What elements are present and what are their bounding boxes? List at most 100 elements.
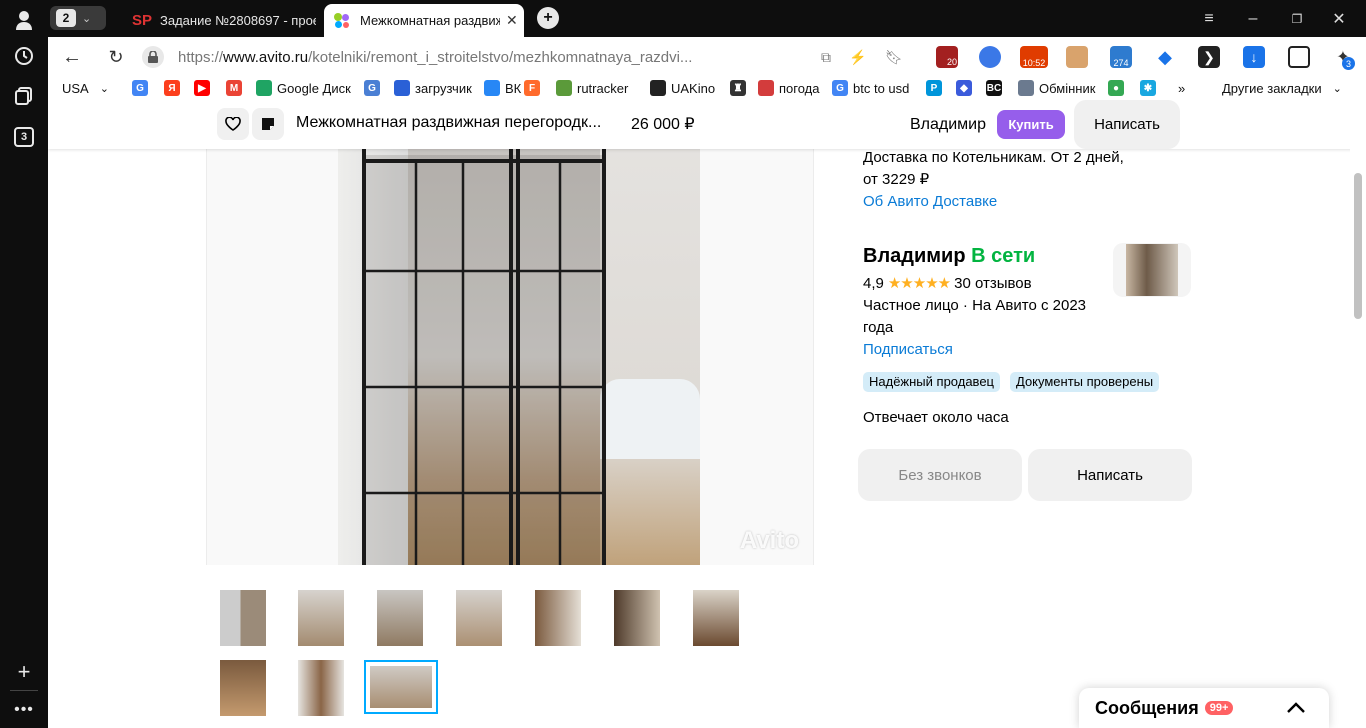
bookmark-item[interactable]: Обмінник [1018, 78, 1095, 98]
bookmark-item[interactable]: ВК [484, 78, 521, 98]
sticky-write-button[interactable]: Написать [1074, 100, 1180, 149]
thumbnail[interactable] [614, 590, 660, 646]
add-panel-icon[interactable]: + [12, 659, 36, 684]
restore-icon[interactable]: ❐ [1286, 8, 1308, 30]
window-close-icon[interactable]: ✕ [1328, 8, 1350, 30]
bookmark-item[interactable]: загрузчик [394, 78, 472, 98]
trusted-seller-badge[interactable]: Надёжный продавец [863, 372, 1000, 392]
thumbnail[interactable] [298, 660, 344, 716]
clock-extension-icon[interactable]: 10:52 [1020, 46, 1048, 68]
bookmark-icon[interactable]: 🔖︎ [884, 47, 904, 67]
bookmark-item[interactable]: P [926, 78, 942, 98]
delivery-text-1: Доставка по Котельникам. От 2 дней, [863, 149, 1124, 166]
reviews-link[interactable]: 30 отзывов [954, 273, 1032, 295]
chevron-up-icon[interactable] [1287, 697, 1305, 718]
sticky-seller-name[interactable]: Владимир [910, 116, 986, 134]
counter-badge: 274 [1113, 58, 1129, 68]
seller-avatar[interactable] [1113, 243, 1191, 297]
scrollbar-thumb[interactable] [1354, 173, 1362, 319]
bookmark-favicon-icon: ● [1108, 80, 1124, 96]
tablet-extension-icon[interactable] [1288, 46, 1310, 68]
scrollbar[interactable] [1350, 149, 1366, 728]
plus-icon[interactable]: + [537, 7, 559, 29]
collections-icon[interactable] [12, 84, 36, 108]
favorite-button[interactable] [217, 108, 249, 140]
reload-icon[interactable]: ↻ [104, 45, 128, 69]
thumbnail[interactable] [220, 590, 266, 646]
tab-favicon: SP [132, 12, 153, 29]
seller-type-2: года [863, 319, 894, 336]
write-button[interactable]: Написать [1028, 449, 1192, 501]
bookmark-item[interactable]: F [524, 78, 540, 98]
bookmark-item[interactable]: Я [164, 78, 180, 98]
more-bookmarks-button[interactable]: » [1178, 78, 1185, 98]
character-extension-icon[interactable] [1066, 46, 1088, 68]
diamond-extension-icon[interactable]: ◆ [1154, 46, 1176, 68]
more-icon[interactable]: ••• [12, 698, 36, 722]
avito-page: Avito Доставка по Котельникам. От 2 дней… [48, 100, 1366, 728]
close-icon[interactable]: ✕ [506, 12, 518, 29]
note-button[interactable] [252, 108, 284, 140]
bookmark-favicon-icon [394, 80, 410, 96]
sticky-title[interactable]: Межкомнатная раздвижная перегородк... [296, 114, 601, 132]
thumbnail[interactable] [535, 590, 581, 646]
calendar-extension-icon[interactable]: 20 [936, 46, 958, 68]
buy-button[interactable]: Купить [997, 110, 1065, 139]
copy-link-icon[interactable]: ⧉ [816, 47, 836, 67]
side-badge: 3 [14, 127, 34, 147]
bookmark-item[interactable]: погода [758, 78, 820, 98]
thumbnail[interactable] [377, 590, 423, 646]
profile-icon[interactable] [12, 8, 36, 32]
menu-icon[interactable]: ≡ [1198, 8, 1220, 30]
bookmark-item[interactable]: BC [986, 78, 1002, 98]
seller-name[interactable]: Владимир [863, 245, 966, 267]
arrow-extension-icon[interactable]: ❯ [1198, 46, 1220, 68]
history-icon[interactable] [12, 44, 36, 68]
bookmark-label: Обмінник [1039, 80, 1096, 96]
bookmark-item[interactable]: Gbtc to usd [832, 78, 909, 98]
chevron-down-icon: ⌄ [82, 12, 92, 25]
bookmark-item[interactable]: ✱ [1140, 78, 1156, 98]
address-bar[interactable]: https://www.avito.ru/kotelniki/remont_i_… [142, 41, 762, 73]
messages-widget[interactable]: Сообщения 99+ [1079, 688, 1329, 728]
tab-inactive[interactable]: SP Задание №2808697 - проект [132, 4, 320, 37]
delivery-link[interactable]: Об Авито Доставке [863, 191, 997, 213]
thumbnail[interactable] [693, 590, 739, 646]
bookmark-item[interactable]: UAKino [650, 78, 715, 98]
bookmark-item[interactable]: USA ⌄ [62, 78, 109, 98]
bookmark-item[interactable]: ▶ [194, 78, 210, 98]
thumbnail[interactable] [456, 590, 502, 646]
back-arrow-icon[interactable]: ← [60, 45, 84, 69]
bookmark-item[interactable]: G [364, 78, 380, 98]
no-calls-button[interactable]: Без звонков [858, 449, 1022, 501]
thumbnail[interactable] [298, 590, 344, 646]
tab-active[interactable]: Межкомнатная раздвиж ✕ [324, 4, 524, 37]
bookmark-item[interactable]: rutracker [556, 78, 628, 98]
thumbnail-selected[interactable] [364, 660, 438, 714]
tab-group-switcher[interactable]: 2 ⌄ [50, 6, 106, 30]
bookmark-item[interactable]: ● [1108, 78, 1124, 98]
sticky-header: Межкомнатная раздвижная перегородк... 26… [48, 100, 1366, 149]
bookmark-item[interactable]: Google Диск [256, 78, 351, 98]
network-extension-icon[interactable] [979, 46, 1001, 68]
minimize-icon[interactable]: – [1242, 8, 1264, 30]
documents-checked-badge[interactable]: Документы проверены [1010, 372, 1160, 392]
browser-sidebar: 3 + ••• [0, 0, 48, 728]
tabs-counter-icon[interactable]: 3 [12, 125, 36, 149]
bookmark-item[interactable]: ♜ [730, 78, 746, 98]
main-photo[interactable]: Avito [206, 149, 814, 565]
subscribe-link[interactable]: Подписаться [863, 339, 953, 361]
download-icon[interactable]: ↓ [1243, 46, 1265, 68]
bookmark-item[interactable]: ◆ [956, 78, 972, 98]
note-icon [262, 118, 274, 130]
bookmark-favicon-icon: Я [164, 80, 180, 96]
url-scheme: https:// [178, 48, 224, 66]
other-bookmarks-folder[interactable]: Другие закладки ⌄ [1222, 78, 1342, 98]
counter-extension-icon[interactable]: 274 [1110, 46, 1132, 68]
protect-off-icon[interactable]: ⚡ [848, 47, 868, 67]
lock-icon[interactable] [142, 46, 164, 68]
bookmark-item[interactable]: G [132, 78, 148, 98]
bookmark-item[interactable]: M [226, 78, 242, 98]
thumbnail[interactable] [220, 660, 266, 716]
messages-count-badge: 99+ [1204, 701, 1234, 715]
